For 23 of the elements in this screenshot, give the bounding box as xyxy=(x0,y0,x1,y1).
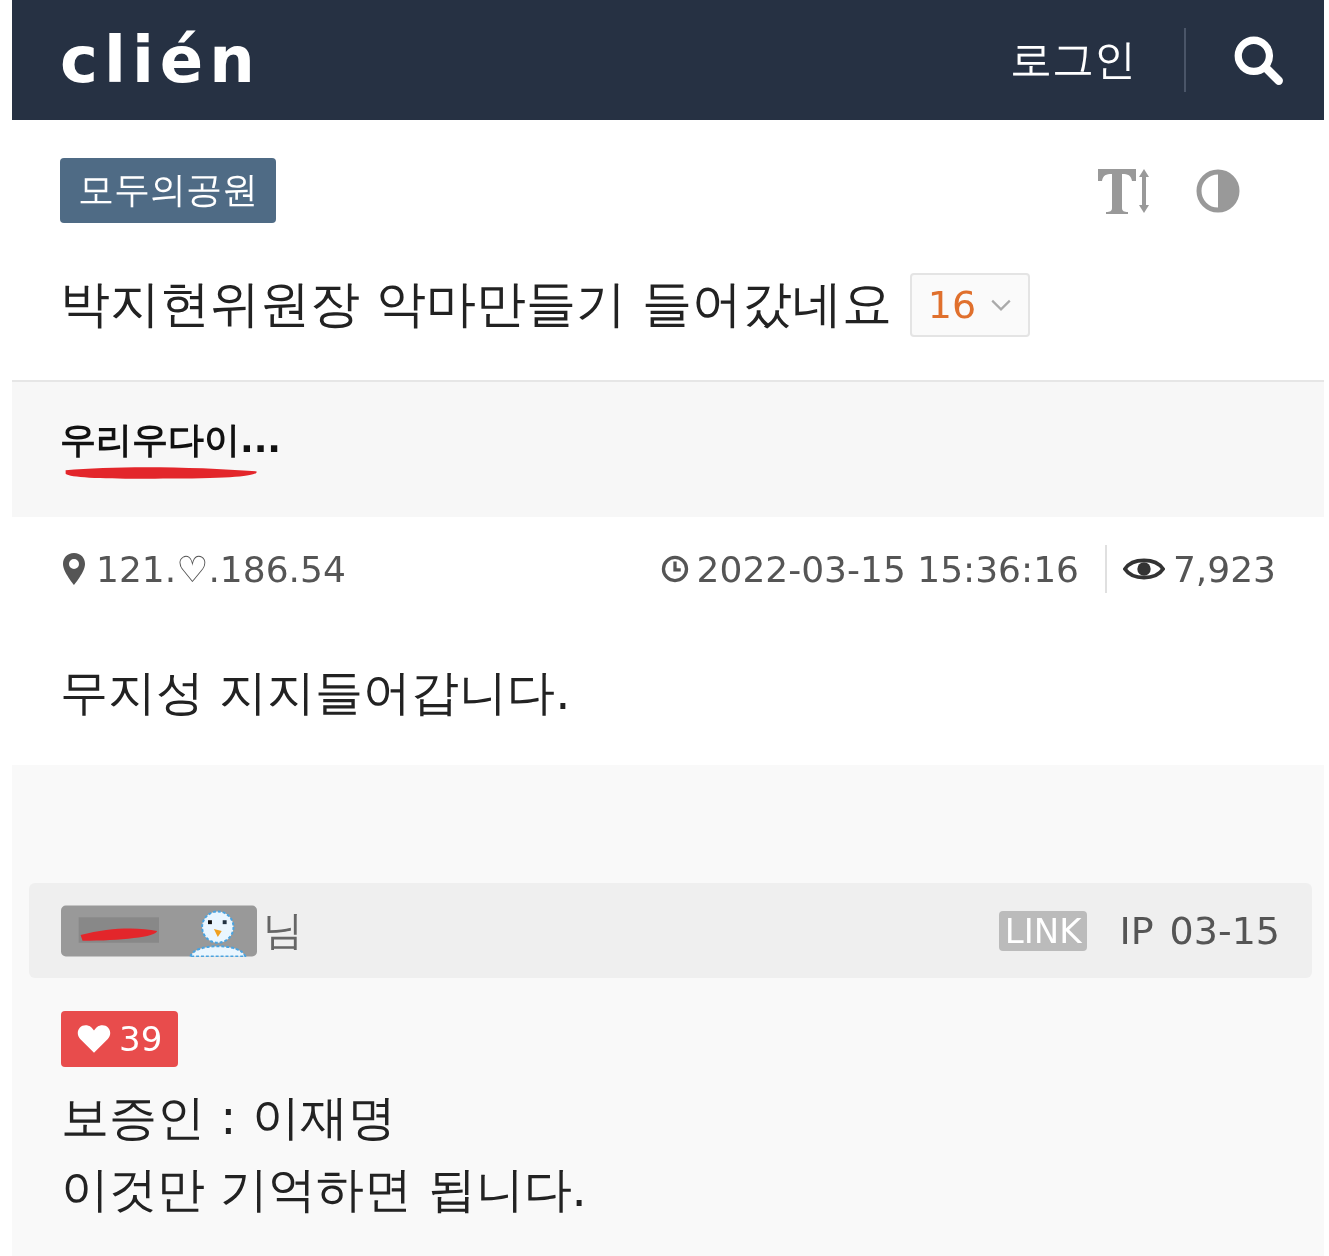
comment-text: 이것만 기억하면 됩니다. xyxy=(61,1160,588,1219)
comment-count-button[interactable]: 16 xyxy=(909,272,1031,337)
post-body: 무지성 지지들어갑니다. xyxy=(60,663,571,722)
caret-icon xyxy=(990,297,1013,312)
search-icon[interactable] xyxy=(1232,34,1284,86)
board-tag[interactable]: 모두의공원 xyxy=(60,158,276,223)
like-button[interactable]: 39 xyxy=(61,1011,179,1067)
location-pin-icon xyxy=(60,552,88,586)
author-ip: 121.♡.186.54 xyxy=(96,548,346,590)
author-name[interactable]: 우리우다이... xyxy=(60,418,282,462)
post-datetime: 2022-03-15 15:36:16 xyxy=(696,548,1079,590)
view-count: 7,923 xyxy=(1172,548,1276,590)
nickname-image[interactable] xyxy=(61,904,257,957)
comment-date: 03-15 xyxy=(1169,908,1280,953)
login-link[interactable]: 로그인 xyxy=(1010,32,1136,88)
font-size-icon[interactable] xyxy=(1096,166,1152,215)
post-title: 박지현위원장 악마만들기 들어갔네요 xyxy=(60,274,892,335)
heart-icon xyxy=(77,1024,111,1054)
comment-text: 보증인 : 이재명 xyxy=(61,1088,397,1147)
comment-ip: IP xyxy=(1119,908,1154,953)
honorific: 님 xyxy=(263,906,303,955)
site-logo[interactable]: clién xyxy=(60,28,261,92)
contrast-icon[interactable] xyxy=(1196,168,1240,213)
